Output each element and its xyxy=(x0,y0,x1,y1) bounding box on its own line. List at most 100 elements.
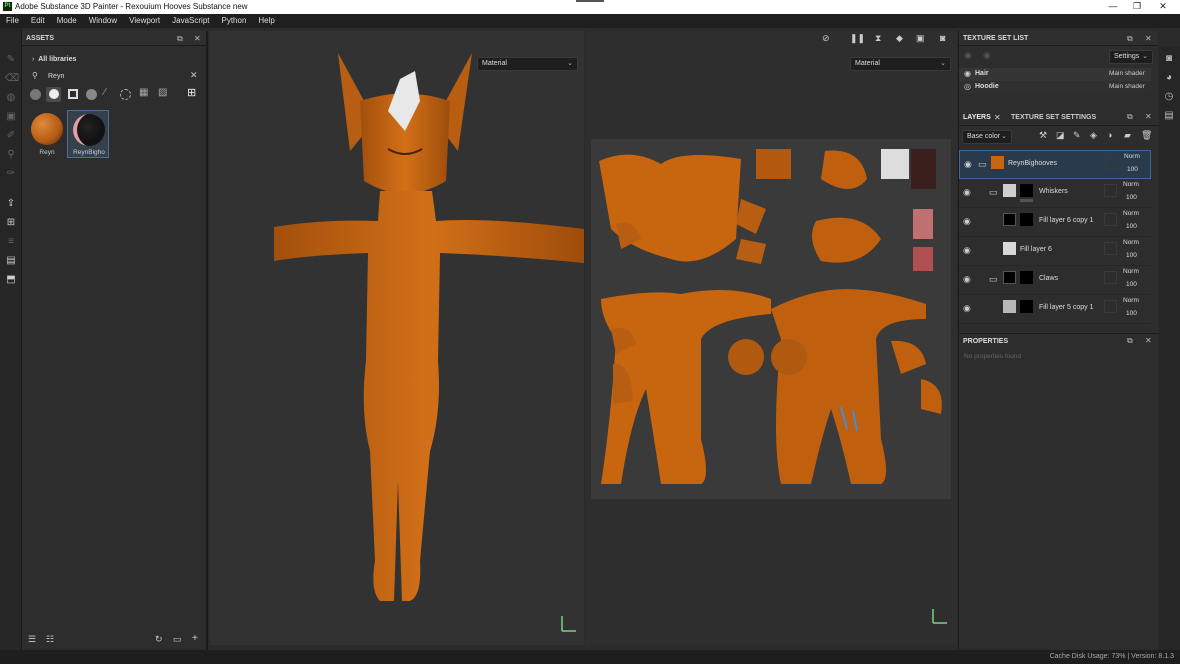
maximize-button[interactable]: ❐ xyxy=(1126,0,1148,14)
pause-icon[interactable]: ❚❚ xyxy=(850,33,865,44)
blend-mode[interactable]: Norm xyxy=(1123,210,1139,217)
settings-dropdown[interactable]: Settings ⌄ xyxy=(1109,50,1153,64)
close-panel-icon[interactable]: ✕ xyxy=(194,31,201,46)
smudge-icon[interactable]: ✐ xyxy=(5,130,17,142)
close-panel-icon[interactable]: ✕ xyxy=(1145,336,1152,345)
menu-window[interactable]: Window xyxy=(83,14,123,28)
bake-icon[interactable]: ≡ xyxy=(5,236,17,248)
clear-search-icon[interactable]: ✕ xyxy=(190,70,198,81)
eye-icon[interactable]: ◉ xyxy=(964,50,972,61)
layer-mask-slot[interactable] xyxy=(1104,300,1117,313)
opacity-value[interactable]: 100 xyxy=(1126,281,1137,288)
screenshot-icon[interactable]: ◙ xyxy=(940,33,945,43)
undock-icon[interactable]: ⧉ xyxy=(177,31,183,46)
search-bar[interactable]: ⚲ Reyn ✕ xyxy=(26,70,204,84)
new-folder-icon[interactable]: ▭ xyxy=(173,634,182,645)
opacity-value[interactable]: 100 xyxy=(1126,252,1137,259)
menu-file[interactable]: File xyxy=(0,14,25,28)
layer-row[interactable]: ◉ ▭ ReynBighooves Norm 100 xyxy=(959,150,1151,179)
layer-name[interactable]: Fill layer 6 copy 1 xyxy=(1039,217,1093,224)
library-icon[interactable]: ☷ xyxy=(46,634,54,645)
close-button[interactable]: ✕ xyxy=(1152,0,1174,14)
texture-set-row[interactable]: ◉ Hair Main shader xyxy=(959,68,1151,81)
eye-icon[interactable]: ◎ xyxy=(964,82,971,91)
log-icon[interactable]: ▤ xyxy=(1163,110,1175,122)
menu-edit[interactable]: Edit xyxy=(25,14,51,28)
opacity-value[interactable]: 100 xyxy=(1127,166,1138,173)
blend-mode[interactable]: Norm xyxy=(1123,297,1139,304)
clone-stamp-icon[interactable]: ⚲ xyxy=(5,149,17,161)
eye-icon[interactable]: ◉ xyxy=(983,50,991,61)
minimize-button[interactable]: — xyxy=(1102,0,1124,14)
layer-mask-slot[interactable] xyxy=(1104,213,1117,226)
close-tab-icon[interactable]: ✕ xyxy=(994,113,1001,122)
blend-mode[interactable]: Norm xyxy=(1123,181,1139,188)
opacity-value[interactable]: 100 xyxy=(1126,310,1137,317)
breadcrumb-all-libraries[interactable]: All libraries xyxy=(38,56,76,63)
blend-mode[interactable]: Norm xyxy=(1123,239,1139,246)
layer-row[interactable]: ◉ ▭ Claws Norm 100 xyxy=(959,266,1151,295)
camera-icon[interactable]: ▣ xyxy=(916,33,925,44)
view-mode-icon[interactable]: ◆ xyxy=(896,33,903,44)
eye-icon[interactable]: ◉ xyxy=(963,303,971,314)
filter-environment-icon[interactable]: ▨ xyxy=(158,87,167,98)
viewport-3d[interactable]: Material ⌄ xyxy=(210,31,584,645)
layer-name[interactable]: Fill layer 6 xyxy=(1020,246,1052,253)
add-smart-material-icon[interactable]: ◑ xyxy=(1107,130,1112,140)
undock-icon[interactable]: ⧉ xyxy=(1127,336,1133,346)
material-select-2d[interactable]: Material ⌄ xyxy=(850,57,951,71)
texture-set-row[interactable]: ◎ Hoodie Main shader xyxy=(959,81,1151,94)
layer-row[interactable]: ◉ Fill layer 6 copy 1 Norm 100 xyxy=(959,208,1151,237)
add-mask-icon[interactable]: ◪ xyxy=(1056,130,1065,141)
color-picker-icon[interactable]: ✑ xyxy=(5,168,17,180)
filter-particle-icon[interactable] xyxy=(120,89,131,100)
filter-list-icon[interactable]: ☰ xyxy=(28,634,36,645)
shader-settings-icon[interactable]: ◕ xyxy=(1163,72,1175,84)
menu-javascript[interactable]: JavaScript xyxy=(166,14,215,28)
add-folder-icon[interactable]: ▰ xyxy=(1124,130,1131,141)
undock-icon[interactable]: ⧉ xyxy=(1127,31,1133,46)
texture-set-shader[interactable]: Main shader xyxy=(1109,83,1145,90)
eraser-icon[interactable]: ⌫ xyxy=(5,73,19,85)
menu-python[interactable]: Python xyxy=(216,14,253,28)
paint-brush-icon[interactable]: ✎ xyxy=(5,54,17,66)
layer-name[interactable]: Fill layer 5 copy 1 xyxy=(1039,304,1093,311)
asset-item-reyn[interactable]: Reyn xyxy=(28,113,66,159)
layer-mask-slot[interactable] xyxy=(1104,184,1117,197)
filter-texture-icon[interactable]: ▦ xyxy=(139,87,148,98)
layer-row[interactable]: ◉ Fill layer 6 Norm 100 xyxy=(959,237,1151,266)
filter-mask-icon[interactable] xyxy=(68,89,78,99)
blend-mode[interactable]: Norm xyxy=(1124,153,1140,160)
projection-icon[interactable]: ◍ xyxy=(5,92,17,104)
layer-name[interactable]: Claws xyxy=(1039,275,1058,282)
eye-icon[interactable]: ◉ xyxy=(964,69,971,78)
add-effect-icon[interactable]: ⚒ xyxy=(1039,130,1047,141)
refresh-icon[interactable]: ↻ xyxy=(155,634,163,645)
layer-mask-slot[interactable] xyxy=(1105,156,1118,169)
filter-smart-material-icon[interactable] xyxy=(30,89,41,100)
undock-icon[interactable]: ⧉ xyxy=(1127,112,1133,122)
search-input[interactable]: Reyn xyxy=(48,73,64,80)
material-picker-icon[interactable]: ⊞ xyxy=(5,217,17,229)
channel-dropdown[interactable]: Base color ⌄ xyxy=(962,130,1012,144)
eye-icon[interactable]: ◉ xyxy=(963,274,971,285)
tab-layers[interactable]: LAYERS xyxy=(963,114,991,121)
symmetry-icon[interactable]: ⧗ xyxy=(875,33,881,44)
assets-tab-icon[interactable]: ⇪ xyxy=(5,198,17,210)
geometry-mask-icon[interactable]: ▣ xyxy=(5,111,17,123)
texture-set-shader[interactable]: Main shader xyxy=(1109,70,1145,77)
filter-brush-icon[interactable]: ⁄ xyxy=(104,87,106,98)
layer-row[interactable]: ◉ ▭ Whiskers Norm 100 xyxy=(959,179,1151,208)
blend-mode[interactable]: Norm xyxy=(1123,268,1139,275)
opacity-value[interactable]: 100 xyxy=(1126,194,1137,201)
breadcrumb[interactable]: › All libraries xyxy=(32,56,76,63)
layer-mask-slot[interactable] xyxy=(1104,242,1117,255)
drag-handle[interactable] xyxy=(576,0,604,2)
layer-name[interactable]: ReynBighooves xyxy=(1008,160,1057,167)
eye-icon[interactable]: ◉ xyxy=(963,216,971,227)
eye-icon[interactable]: ◉ xyxy=(964,159,972,170)
layer-name[interactable]: Whiskers xyxy=(1039,188,1068,195)
delete-layer-icon[interactable]: 🗑 xyxy=(1141,130,1152,141)
opacity-value[interactable]: 100 xyxy=(1126,223,1137,230)
viewport-2d-uv[interactable]: Material ⌄ xyxy=(585,31,957,645)
